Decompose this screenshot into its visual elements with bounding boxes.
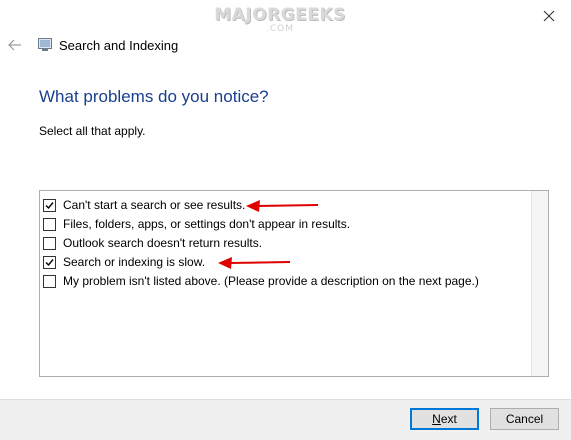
checkmark-icon <box>45 201 54 209</box>
option-label: Can't start a search or see results. <box>63 198 246 212</box>
checkbox[interactable] <box>43 236 56 250</box>
back-arrow-icon <box>8 39 21 51</box>
checkmark-icon <box>45 258 54 266</box>
red-arrow-annotation-icon <box>246 200 319 212</box>
checkbox[interactable] <box>43 255 56 269</box>
next-label-rest: ext <box>440 412 457 426</box>
watermark-brand: MAJORGEEKS <box>214 5 346 25</box>
option-outlook-search[interactable]: Outlook search doesn't return results. <box>43 234 262 252</box>
option-files-not-in-results[interactable]: Files, folders, apps, or settings don't … <box>43 215 350 233</box>
next-button[interactable]: Next <box>410 408 479 430</box>
checkbox[interactable] <box>43 217 56 231</box>
vertical-scrollbar[interactable] <box>531 191 548 376</box>
option-label: Search or indexing is slow. <box>63 255 206 269</box>
page-heading: What problems do you notice? <box>39 87 269 106</box>
problem-checklist: Can't start a search or see results. Fil… <box>39 190 549 377</box>
window-title: Search and Indexing <box>59 38 179 53</box>
option-search-slow[interactable]: Search or indexing is slow. <box>43 253 205 271</box>
close-button[interactable] <box>537 5 561 27</box>
majorgeeks-watermark: MAJORGEEKS .COM <box>205 0 355 40</box>
option-problem-not-listed[interactable]: My problem isn't listed above. (Please p… <box>43 272 479 290</box>
close-icon <box>543 10 555 22</box>
option-label: Files, folders, apps, or settings don't … <box>63 217 351 231</box>
checkbox[interactable] <box>43 274 56 288</box>
back-button[interactable] <box>6 36 24 54</box>
search-indexing-app-icon <box>38 38 52 51</box>
option-label: My problem isn't listed above. (Please p… <box>63 274 479 288</box>
watermark-domain: .COM <box>266 24 294 34</box>
checkbox[interactable] <box>43 198 56 212</box>
red-arrow-annotation-icon <box>218 257 291 269</box>
option-label: Outlook search doesn't return results. <box>63 236 263 250</box>
option-cant-start-search[interactable]: Can't start a search or see results. <box>43 196 245 214</box>
instruction-text: Select all that apply. <box>39 124 146 138</box>
next-mnemonic: N <box>432 412 441 426</box>
dialog-footer: Next Cancel <box>0 399 571 440</box>
cancel-button[interactable]: Cancel <box>490 408 559 430</box>
